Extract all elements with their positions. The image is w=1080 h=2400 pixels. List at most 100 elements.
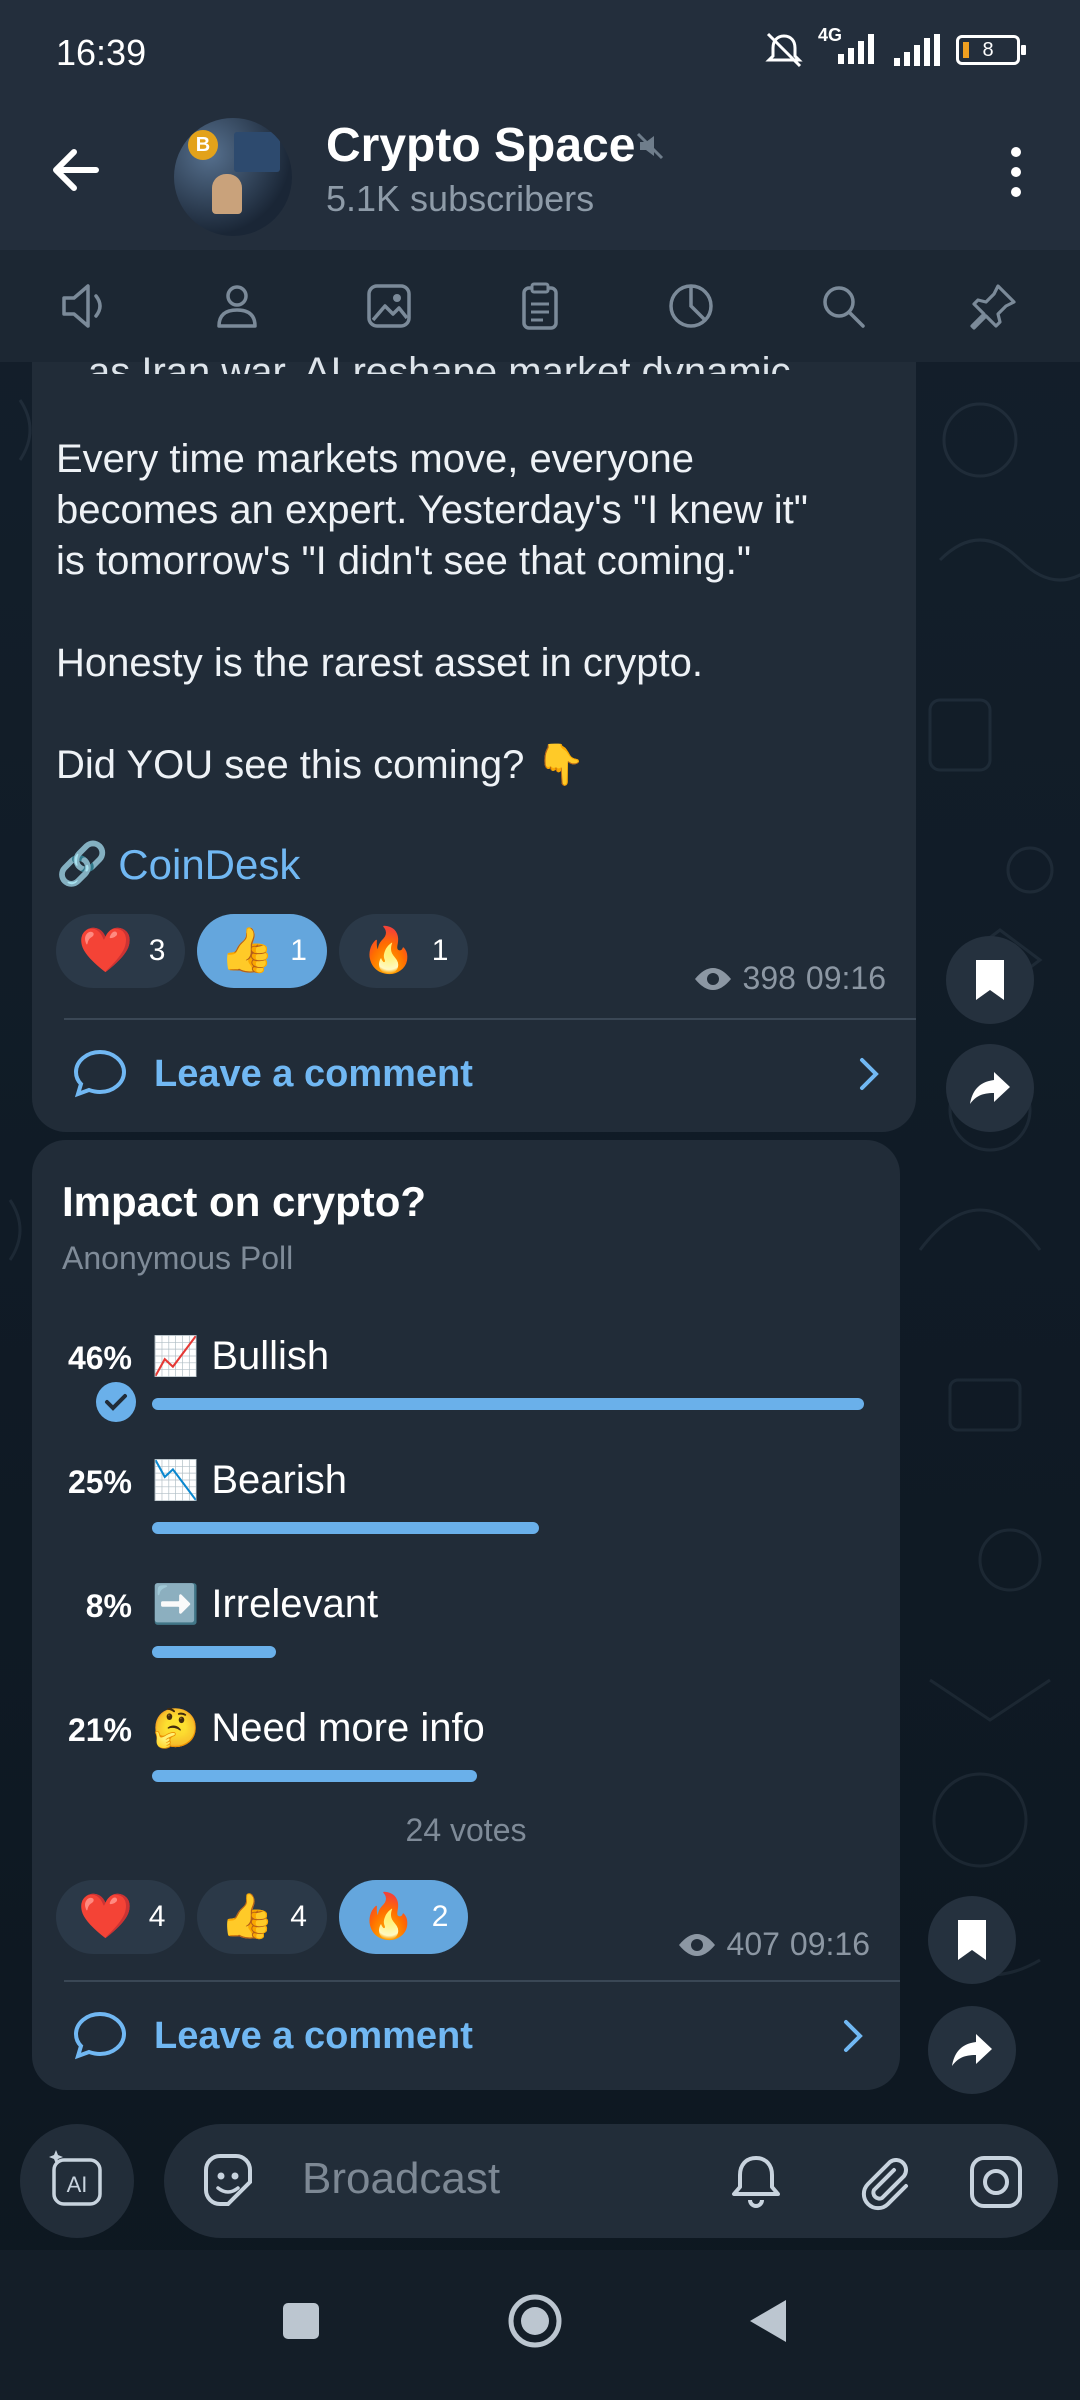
chosen-check-icon	[96, 1382, 136, 1422]
avatar-figure	[212, 174, 242, 214]
reaction-heart[interactable]: ❤️ 4	[56, 1880, 186, 1954]
compose-bar: AI Broadcast	[0, 2100, 1080, 2250]
muted-speaker-icon	[636, 132, 664, 160]
share-arrow-icon	[970, 1072, 1010, 1104]
chart-up-icon: 📈	[152, 1335, 200, 1378]
poll-type: Anonymous Poll	[62, 1240, 294, 1276]
tab-voice[interactable]	[46, 266, 126, 346]
tab-pinned[interactable]	[954, 266, 1034, 346]
poll-percent: 21%	[67, 1712, 132, 1748]
paperclip-icon[interactable]	[850, 2150, 914, 2214]
thinking-face-icon: 🤔	[152, 1707, 200, 1750]
bell-icon[interactable]	[724, 2150, 788, 2214]
bookmark-button-2[interactable]	[928, 1896, 1016, 1984]
reaction-heart[interactable]: ❤️ 3	[56, 914, 186, 988]
tab-stats[interactable]	[651, 266, 731, 346]
system-nav-bar	[0, 2250, 1080, 2400]
leave-comment-button[interactable]: Leave a comment	[72, 1048, 473, 1100]
status-icons: 4G 8	[764, 26, 1026, 70]
eye-icon	[678, 1933, 715, 1956]
signal-bars-2-icon	[894, 34, 940, 66]
tab-members[interactable]	[197, 266, 277, 346]
bell-off-icon	[765, 32, 803, 68]
bitcoin-icon: B	[188, 130, 218, 160]
reaction-count: 1	[290, 934, 307, 967]
bookmark-icon	[976, 960, 1004, 1000]
poll-option[interactable]: 8% ➡️ Irrelevant	[32, 1572, 900, 1662]
status-time: 16:39	[56, 32, 147, 73]
comment-label: Leave a comment	[154, 1052, 473, 1095]
message-text-cut: as Iran war, AI reshape market dynamic	[88, 350, 791, 374]
members-icon	[217, 285, 257, 328]
media-icon	[366, 284, 411, 328]
home-circle-icon	[508, 2294, 562, 2348]
view-count: 398	[742, 960, 796, 996]
source-link-row[interactable]: 🔗 CoinDesk	[56, 840, 300, 889]
message-text: Every time markets move, everyone become…	[56, 437, 808, 787]
poll-option-text: Need more info	[211, 1706, 485, 1750]
poll-bar	[152, 1398, 864, 1410]
tab-search[interactable]	[803, 266, 883, 346]
thumbs-up-icon: 👍	[219, 926, 275, 975]
tab-media[interactable]	[349, 266, 429, 346]
poll-option-text: Bearish	[211, 1458, 347, 1502]
poll-option[interactable]: 46% 📈 Bullish	[32, 1324, 900, 1422]
reaction-thumbs-up[interactable]: 👍 1	[197, 914, 327, 988]
heart-icon: ❤️	[78, 1892, 133, 1941]
signal-4g-icon: 4G	[818, 26, 878, 69]
comment-divider	[64, 1980, 900, 1982]
comment-label: Leave a comment	[154, 2014, 473, 2057]
poll-option-text: Irrelevant	[211, 1582, 379, 1626]
files-icon	[522, 282, 558, 330]
battery-icon: 8	[956, 35, 1026, 65]
stats-icon	[669, 284, 714, 328]
bookmark-button-1[interactable]	[946, 936, 1034, 1024]
channel-avatar[interactable]: B	[174, 118, 292, 236]
poll-percent: 25%	[67, 1464, 132, 1500]
reaction-fire[interactable]: 🔥 2	[338, 1880, 469, 1954]
message-meta: 407 09:16	[677, 1926, 870, 1963]
message-time: 09:16	[805, 960, 886, 996]
reaction-count: 2	[431, 1900, 449, 1933]
poll-vote-count: 24 votes	[405, 1812, 527, 1848]
ai-button[interactable]: AI	[20, 2124, 134, 2238]
source-link[interactable]: CoinDesk	[118, 841, 300, 889]
poll-message-bubble: Impact on crypto? Anonymous Poll 46% 📈 B…	[32, 1140, 900, 2090]
right-arrow-icon: ➡️	[152, 1583, 200, 1626]
fire-icon: 🔥	[360, 926, 416, 975]
home-button[interactable]	[500, 2286, 570, 2356]
back-button[interactable]	[734, 2286, 804, 2356]
more-menu-icon[interactable]	[996, 142, 1036, 202]
subscriber-count: 5.1K subscribers	[326, 178, 595, 219]
comment-divider	[64, 1018, 916, 1020]
recents-button[interactable]	[266, 2286, 336, 2356]
back-arrow-icon[interactable]	[44, 138, 108, 202]
fire-icon: 🔥	[360, 1892, 416, 1941]
channel-title[interactable]: Crypto Space	[326, 118, 635, 173]
poll-percent: 46%	[67, 1340, 132, 1376]
reactions-row: ❤️ 3 👍 1 🔥 1	[56, 914, 469, 988]
view-count: 407	[726, 1926, 780, 1962]
reaction-count: 4	[148, 1900, 166, 1933]
bookmark-icon	[958, 1920, 986, 1960]
leave-comment-button[interactable]: Leave a comment	[72, 2010, 473, 2062]
broadcast-input[interactable]: Broadcast	[164, 2124, 1058, 2238]
reaction-count: 4	[290, 1900, 307, 1933]
eye-icon	[694, 967, 731, 990]
comment-bubble-icon	[73, 2011, 127, 2060]
message-meta: 398 09:16	[693, 960, 886, 997]
poll-option[interactable]: 25% 📉 Bearish	[32, 1448, 900, 1538]
input-placeholder: Broadcast	[302, 2154, 501, 2203]
poll-percent: 8%	[85, 1588, 132, 1624]
reaction-thumbs-up[interactable]: 👍 4	[197, 1880, 327, 1954]
share-button-2[interactable]	[928, 2006, 1016, 2094]
tab-files[interactable]	[500, 266, 580, 346]
square-icon	[283, 2303, 319, 2339]
ai-sparkle-icon: AI	[49, 2150, 102, 2206]
poll-bar	[152, 1770, 477, 1782]
share-button-1[interactable]	[946, 1044, 1034, 1132]
camera-icon[interactable]	[964, 2150, 1028, 2214]
poll-option[interactable]: 21% 🤔 Need more info	[32, 1696, 900, 1786]
reaction-fire[interactable]: 🔥 1	[338, 914, 469, 988]
sticker-emoji-icon[interactable]	[196, 2150, 260, 2214]
